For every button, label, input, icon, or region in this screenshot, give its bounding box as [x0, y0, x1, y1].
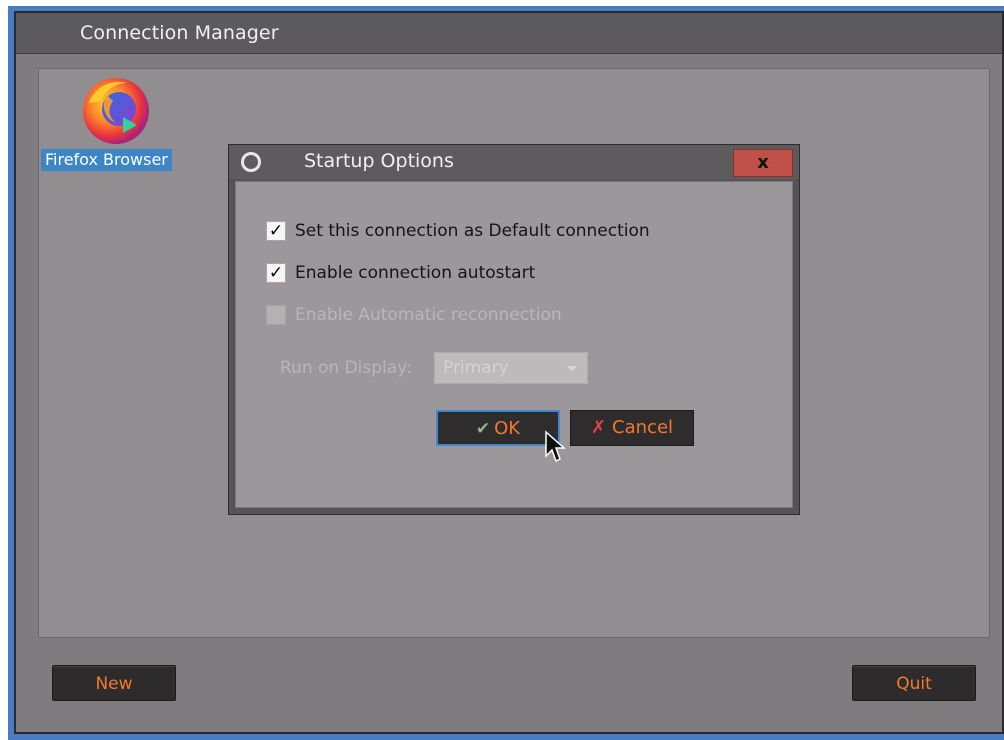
connection-item-firefox[interactable]: Firefox Browser	[41, 73, 195, 173]
cancel-button[interactable]: ✗ Cancel	[570, 410, 694, 446]
mouse-cursor-icon	[545, 430, 566, 463]
default-connection-checkbox[interactable]: ✓	[266, 221, 286, 241]
connection-label: Firefox Browser	[41, 149, 172, 171]
autostart-label: Enable connection autostart	[295, 263, 536, 283]
close-button[interactable]: x	[733, 149, 793, 177]
display-label: Run on Display:	[280, 358, 412, 378]
default-connection-label: Set this connection as Default connectio…	[295, 221, 650, 241]
dialog-title: Startup Options	[304, 150, 454, 172]
display-select: Primary	[434, 352, 588, 384]
settings-icon	[241, 152, 261, 172]
auto-reconnect-label: Enable Automatic reconnection	[295, 305, 562, 325]
new-button[interactable]: New	[52, 665, 176, 701]
ok-check-icon: ✔	[475, 419, 491, 439]
chevron-down-icon	[567, 366, 577, 371]
dialog-body: ✓ Set this connection as Default connect…	[235, 181, 793, 508]
display-select-value: Primary	[443, 358, 509, 378]
window-titlebar[interactable]: Connection Manager	[16, 13, 1002, 54]
startup-options-dialog: Startup Options x ✓ Set this connection …	[228, 144, 800, 515]
firefox-icon	[83, 78, 149, 144]
window-title: Connection Manager	[80, 22, 279, 44]
cancel-x-icon: ✗	[590, 417, 607, 438]
ok-button[interactable]: ✔ OK	[436, 410, 560, 446]
quit-button[interactable]: Quit	[852, 665, 976, 701]
dialog-titlebar[interactable]: Startup Options x	[229, 145, 799, 179]
autostart-checkbox[interactable]: ✓	[266, 263, 286, 283]
ok-label: OK	[494, 418, 521, 439]
auto-reconnect-checkbox	[266, 305, 286, 325]
cancel-label: Cancel	[612, 417, 674, 438]
